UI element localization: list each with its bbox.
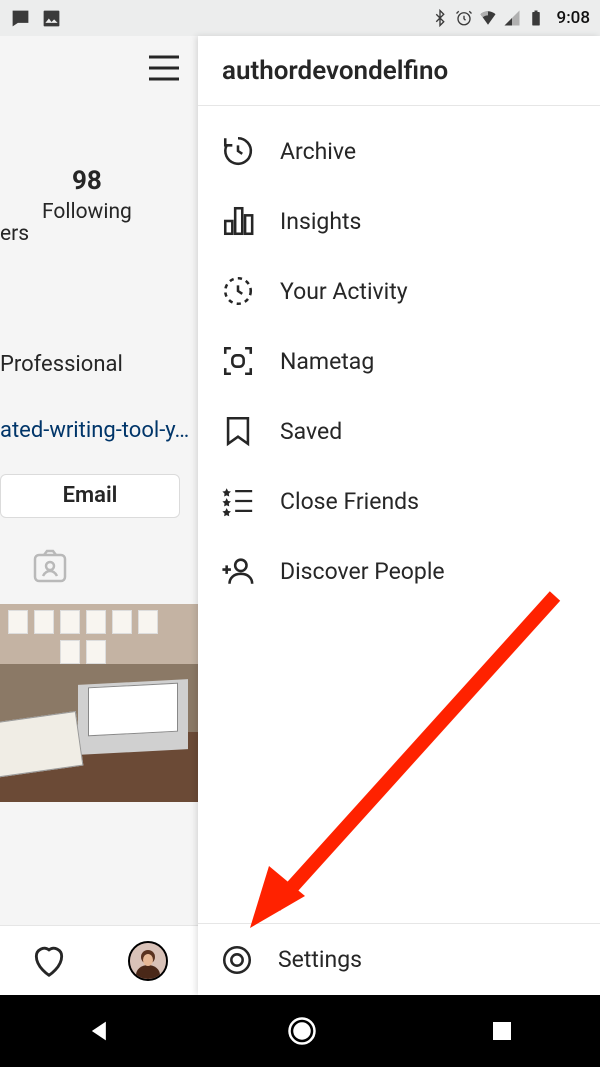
menu-item-saved[interactable]: Saved <box>198 396 600 466</box>
menu-label: Your Activity <box>280 278 408 305</box>
menu-item-close-friends[interactable]: Close Friends <box>198 466 600 536</box>
side-drawer: authordevondelfino Archive Insights <box>198 36 600 995</box>
menu-item-settings[interactable]: Settings <box>198 923 600 995</box>
menu-item-nametag[interactable]: Nametag <box>198 326 600 396</box>
saved-icon <box>220 414 256 448</box>
close-friends-icon <box>220 484 256 518</box>
menu-item-archive[interactable]: Archive <box>198 116 600 186</box>
screen: ers 98 Following Professional ated-writi… <box>0 36 600 995</box>
menu-label: Nametag <box>280 348 374 375</box>
recent-apps-button[interactable] <box>490 1019 514 1043</box>
menu-icon[interactable] <box>146 54 182 82</box>
menu-item-discover[interactable]: Discover People <box>198 536 600 606</box>
menu-item-activity[interactable]: Your Activity <box>198 256 600 326</box>
settings-icon <box>220 943 254 977</box>
settings-label: Settings <box>278 946 362 973</box>
email-button[interactable]: Email <box>0 474 180 518</box>
status-right: 9:08 <box>431 8 590 28</box>
archive-icon <box>220 134 256 168</box>
followers-label-partial: ers <box>0 222 29 246</box>
activity-heart-icon[interactable] <box>30 942 68 980</box>
nametag-icon <box>220 344 256 378</box>
alarm-icon <box>455 9 473 27</box>
bio-link-partial[interactable]: ated-writing-tool-y… <box>0 418 189 443</box>
android-nav-bar <box>0 995 600 1067</box>
bluetooth-icon <box>431 9 449 27</box>
messages-notification-icon <box>10 8 31 29</box>
profile-grid-photo[interactable] <box>0 604 198 802</box>
clock-time: 9:08 <box>557 8 590 28</box>
following-count: 98 <box>42 166 132 196</box>
profile-background: ers 98 Following Professional ated-writi… <box>0 36 198 995</box>
following-stat[interactable]: 98 Following <box>42 166 132 224</box>
menu-label: Insights <box>280 208 361 235</box>
following-label: Following <box>42 200 132 224</box>
menu-label: Saved <box>280 418 342 445</box>
home-button[interactable] <box>287 1016 317 1046</box>
drawer-menu-list: Archive Insights Your Activity <box>198 106 600 923</box>
profile-avatar[interactable] <box>128 941 168 981</box>
bottom-nav-partial <box>0 925 198 995</box>
menu-label: Archive <box>280 138 356 165</box>
gallery-notification-icon <box>41 8 62 29</box>
activity-icon <box>220 274 256 308</box>
discover-people-icon <box>220 554 256 588</box>
battery-icon <box>527 9 545 27</box>
tagged-tab-icon[interactable] <box>30 546 70 586</box>
status-bar: 9:08 <box>0 0 600 36</box>
menu-item-insights[interactable]: Insights <box>198 186 600 256</box>
status-left <box>10 8 62 29</box>
cellular-icon <box>503 9 521 27</box>
menu-label: Discover People <box>280 558 445 585</box>
wifi-icon <box>479 9 497 27</box>
bio-text-partial: Professional <box>0 352 123 377</box>
back-button[interactable] <box>86 1017 114 1045</box>
drawer-username: authordevondelfino <box>198 36 600 106</box>
insights-icon <box>220 204 256 238</box>
menu-label: Close Friends <box>280 488 419 515</box>
